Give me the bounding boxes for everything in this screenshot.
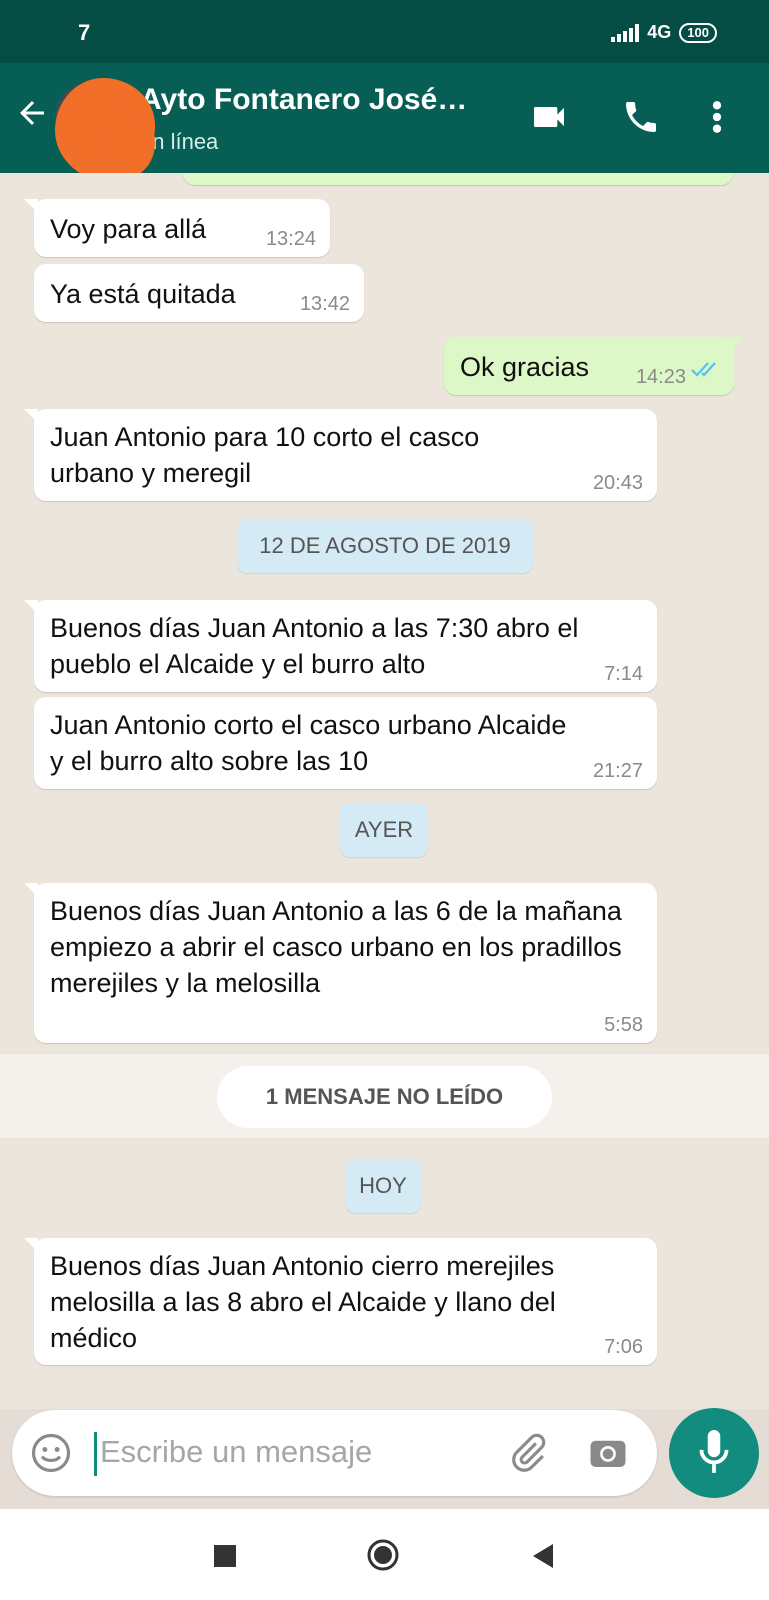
unread-messages-label: 1 MENSAJE NO LEÍDO	[217, 1066, 552, 1128]
bubble-tail	[24, 199, 38, 213]
message-time: 7:06	[604, 1336, 643, 1358]
home-icon[interactable]	[366, 1538, 400, 1572]
message-bubble-incoming[interactable]: Juan Antonio corto el casco urbano Alcai…	[34, 697, 657, 789]
message-text: Buenos días Juan Antonio a las 6 de la m…	[50, 896, 622, 998]
bubble-tail	[24, 1238, 38, 1252]
status-icons: 4G 100	[611, 22, 717, 43]
bubble-tail	[730, 337, 744, 351]
date-separator: HOY	[345, 1159, 421, 1213]
camera-icon[interactable]	[587, 1432, 629, 1479]
message-text: Juan Antonio para 10 corto el casco urba…	[50, 422, 480, 488]
bubble-tail	[24, 600, 38, 614]
message-composer: Escribe un mensaje	[12, 1410, 657, 1496]
message-text: Buenos días Juan Antonio cierro merejile…	[50, 1251, 556, 1353]
battery-icon: 100	[679, 22, 717, 43]
voice-message-button[interactable]	[669, 1408, 759, 1498]
message-input[interactable]: Escribe un mensaje	[100, 1434, 372, 1470]
recent-apps-icon[interactable]	[214, 1545, 236, 1567]
emoji-icon[interactable]	[30, 1432, 72, 1479]
date-separator: 12 DE AGOSTO DE 2019	[237, 519, 533, 573]
voice-call-icon[interactable]	[621, 97, 661, 142]
message-time: 20:43	[592, 472, 643, 494]
message-time: 13:42	[299, 293, 350, 315]
chat-header: Ayto Fontanero José… en línea	[0, 63, 769, 183]
bubble-tail	[24, 409, 38, 423]
attach-icon[interactable]	[507, 1432, 549, 1479]
network-type: 4G	[647, 22, 672, 42]
message-bubble-incoming[interactable]: Buenos días Juan Antonio a las 7:30 abro…	[24, 600, 657, 692]
message-time: 13:24	[265, 228, 316, 250]
message-bubble-outgoing[interactable]: Ok gracias 14:23	[444, 337, 744, 395]
contact-name[interactable]: Ayto Fontanero José…	[140, 83, 500, 117]
date-separator: AYER	[340, 803, 428, 857]
message-time: 21:27	[592, 760, 643, 782]
message-bubble-incoming[interactable]: Juan Antonio para 10 corto el casco urba…	[24, 409, 657, 501]
message-bubble-incoming[interactable]: Voy para allá 13:24	[24, 199, 330, 257]
status-bar: 7 4G 100	[0, 0, 769, 63]
message-text: Buenos días Juan Antonio a las 7:30 abro…	[50, 613, 579, 679]
message-time: 5:58	[604, 1014, 643, 1036]
status-time: 7	[78, 20, 91, 45]
more-options-icon[interactable]	[711, 97, 723, 142]
text-caret	[94, 1432, 97, 1476]
nav-back-icon[interactable]	[531, 1543, 555, 1569]
signal-icon	[611, 23, 640, 42]
back-arrow-icon[interactable]	[14, 95, 50, 136]
read-ticks-icon	[690, 351, 720, 387]
message-bubble-partial	[183, 173, 733, 185]
video-call-icon[interactable]	[527, 97, 571, 142]
redaction-mark	[95, 108, 155, 178]
message-text: Juan Antonio corto el casco urbano Alcai…	[50, 710, 567, 776]
message-bubble-incoming[interactable]: Buenos días Juan Antonio cierro merejile…	[24, 1238, 657, 1365]
system-navigation-bar	[0, 1509, 769, 1600]
message-bubble-incoming[interactable]: Ya está quitada 13:42	[34, 264, 364, 322]
bubble-tail	[24, 883, 38, 897]
message-time: 7:14	[604, 663, 643, 685]
chat-area[interactable]: Voy para allá 13:24 Ya está quitada 13:4…	[0, 173, 769, 1409]
microphone-icon	[699, 1430, 729, 1473]
message-time: 14:23	[635, 366, 686, 388]
message-bubble-incoming[interactable]: Buenos días Juan Antonio a las 6 de la m…	[24, 883, 657, 1043]
